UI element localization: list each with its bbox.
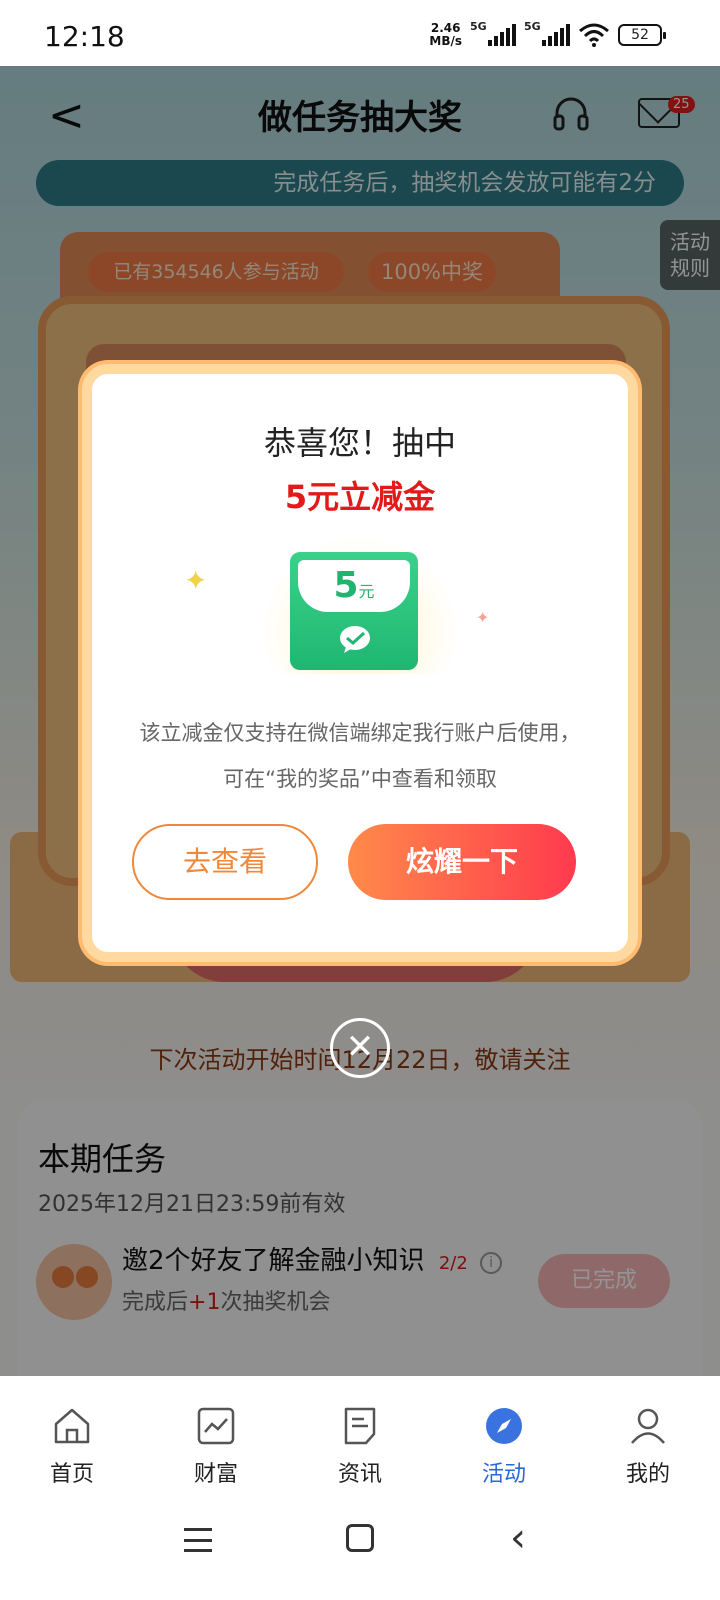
system-back-icon[interactable]: ‹ <box>510 1518 526 1558</box>
news-icon <box>344 1407 376 1445</box>
battery-icon: 52 <box>618 24 666 46</box>
tab-profile[interactable]: 我的 <box>576 1376 720 1488</box>
modal-desc-line1: 该立减金仅支持在微信端绑定我行账户后使用， <box>139 721 581 745</box>
close-modal-button[interactable]: ✕ <box>330 1018 390 1078</box>
status-time: 12:18 <box>44 20 125 53</box>
tab-activity[interactable]: 活动 <box>432 1376 576 1488</box>
modal-description: 该立减金仅支持在微信端绑定我行账户后使用， 可在“我的奖品”中查看和领取 <box>92 710 628 802</box>
signal-icon: 5G <box>470 20 516 46</box>
recent-apps-icon[interactable] <box>184 1528 212 1552</box>
prize-name: 5元立减金 <box>284 478 436 516</box>
star-icon: ✦ <box>476 608 490 627</box>
tab-home[interactable]: 首页 <box>0 1376 144 1488</box>
system-nav-bar: ‹ <box>0 1488 720 1600</box>
tab-wealth-label: 财富 <box>193 1462 238 1487</box>
network-speed-unit: MB/s <box>429 34 462 48</box>
tab-wealth[interactable]: 财富 <box>144 1376 288 1488</box>
wealth-chart-icon <box>197 1407 235 1445</box>
share-button[interactable]: 炫耀一下 <box>348 824 576 900</box>
coupon-unit: 元 <box>358 582 375 601</box>
coupon-face: 5元 <box>298 560 410 612</box>
modal-title: 恭喜您！抽中 <box>263 424 456 462</box>
tab-news[interactable]: 资讯 <box>288 1376 432 1488</box>
wechat-pay-icon <box>340 626 370 653</box>
tab-profile-label: 我的 <box>625 1462 670 1487</box>
view-prize-button[interactable]: 去查看 <box>132 824 318 900</box>
status-icons: 2.46 MB/s 5G 5G 52 <box>429 20 666 48</box>
network-speed: 2.46 MB/s <box>429 22 462 48</box>
tab-home-label: 首页 <box>49 1462 94 1487</box>
tab-news-label: 资讯 <box>337 1462 382 1487</box>
wifi-icon <box>579 23 609 47</box>
status-bar: 12:18 2.46 MB/s 5G 5G 52 <box>0 0 720 66</box>
signal-icon-2: 5G <box>524 20 570 46</box>
sparkle-icon: ✦ <box>184 564 208 597</box>
home-icon <box>54 1408 90 1444</box>
bottom-tab-bar: 首页 财富 资讯 活动 我的 <box>0 1376 720 1488</box>
sim2-network-type: 5G <box>524 20 541 33</box>
home-button-icon[interactable] <box>346 1524 374 1552</box>
compass-icon <box>486 1408 522 1444</box>
prize-modal: 恭喜您！抽中 5元立减金 ✦ ✦ 5元 该立减金仅支持在微信端绑定我行账户后使用… <box>82 364 638 962</box>
tab-activity-label: 活动 <box>481 1462 526 1487</box>
modal-desc-line2: 可在“我的奖品”中查看和领取 <box>223 767 497 791</box>
coupon-icon: 5元 <box>290 552 418 670</box>
sim1-network-type: 5G <box>470 20 487 33</box>
coupon-amount: 5 <box>333 565 359 606</box>
profile-icon <box>631 1408 665 1444</box>
